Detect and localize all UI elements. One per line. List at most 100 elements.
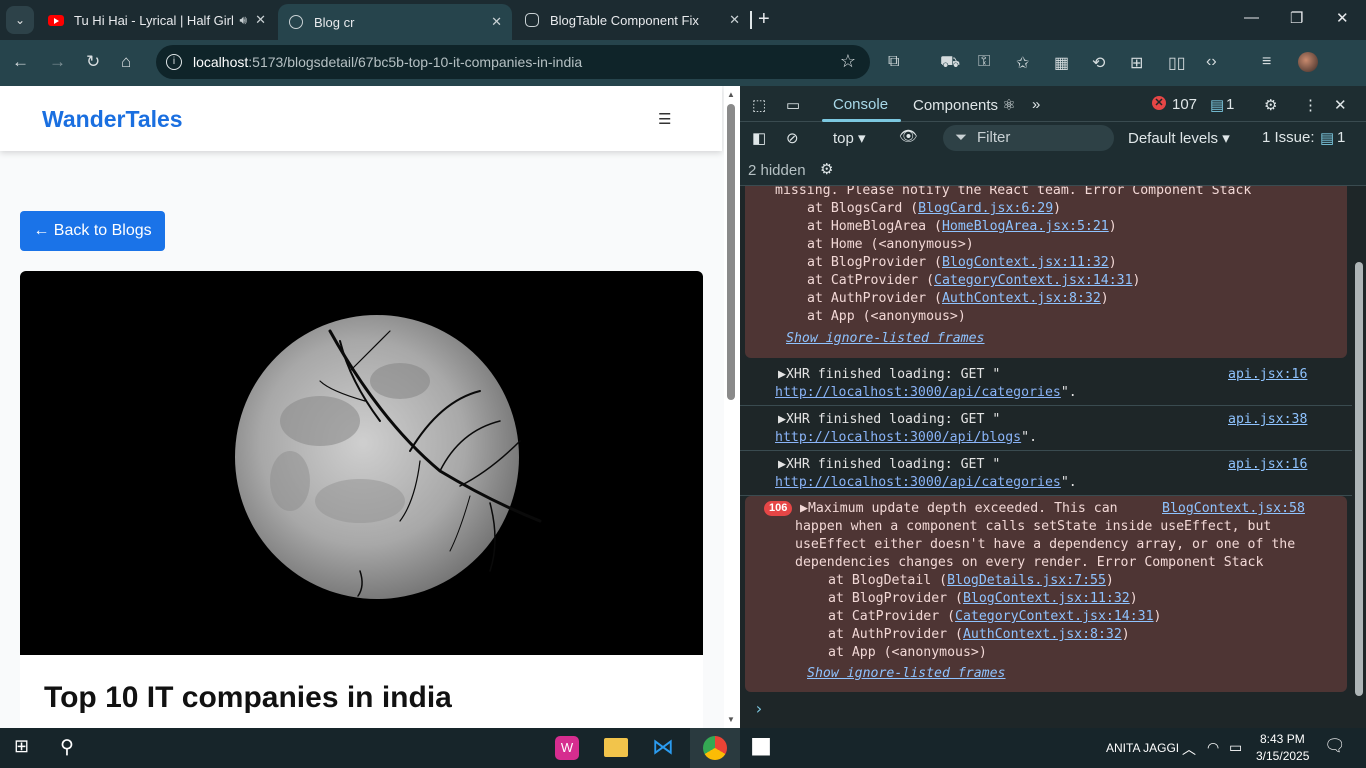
profile-avatar[interactable] (1298, 52, 1318, 72)
source-link[interactable]: AuthContext.jsx:8:32 (963, 627, 1122, 642)
console-output: missing. Please notify the React team. E… (740, 186, 1352, 728)
more-options-icon[interactable]: ⋮ (1303, 96, 1318, 114)
log-levels-dropdown[interactable]: Default levels ▾ (1128, 129, 1230, 147)
history-icon[interactable]: ⟲ (1092, 53, 1105, 73)
scroll-up-icon[interactable]: ▲ (727, 90, 735, 99)
chevron-up-icon[interactable]: ︿ (1182, 739, 1196, 759)
browser-toolbar: ← → ↻ ⌂ i localhost:5173/blogsdetail/67b… (0, 40, 1366, 86)
close-icon[interactable]: ✕ (255, 12, 266, 28)
file-explorer-icon[interactable] (604, 738, 628, 757)
extensions-icon[interactable]: ⧉ (888, 53, 899, 71)
collections-icon[interactable]: ▦ (1054, 53, 1069, 73)
request-url-link[interactable]: http://localhost:3000/api/categories (775, 475, 1061, 490)
tab-search-button[interactable]: ⌄ (6, 6, 34, 34)
more-tabs-icon[interactable]: » (1032, 96, 1040, 113)
site-info-icon[interactable]: i (166, 54, 182, 70)
media-icon[interactable]: ≡ (1262, 53, 1271, 71)
message-count[interactable]: 1 (1226, 96, 1234, 113)
source-link[interactable]: BlogDetails.jsx:7:55 (947, 573, 1106, 588)
console-settings-icon[interactable]: ⚙ (820, 160, 833, 178)
hamburger-menu-icon[interactable]: ☰ (658, 110, 671, 128)
tab-blog[interactable]: Blog cr ✕ (278, 4, 512, 40)
key-icon[interactable]: ⚿ (978, 53, 990, 71)
inspect-element-icon[interactable]: ⬚ (752, 96, 766, 114)
source-link[interactable]: BlogContext.jsx:11:32 (942, 255, 1109, 270)
clear-console-icon[interactable]: ⊘ (786, 129, 799, 147)
address-bar[interactable]: i localhost:5173/blogsdetail/67bc5b-top-… (156, 45, 870, 79)
device-toolbar-icon[interactable]: ▭ (786, 96, 800, 114)
source-link[interactable]: BlogContext.jsx:58 (1162, 501, 1305, 516)
source-link[interactable]: CategoryContext.jsx:14:31 (955, 609, 1154, 624)
close-icon[interactable]: ✕ (729, 12, 740, 28)
tab-console[interactable]: Console (833, 96, 888, 113)
scroll-down-icon[interactable]: ▼ (727, 715, 735, 724)
tab-youtube[interactable]: Tu Hi Hai - Lyrical | Half Girl 🔊︎ ✕ (38, 4, 276, 36)
xhr-message[interactable]: ▶XHR finished loading: GET " api.jsx:16 ht… (740, 452, 1352, 496)
home-icon[interactable]: ⌂ (121, 52, 131, 72)
settings-icon[interactable]: ⚙ (1264, 96, 1277, 114)
scrollbar-thumb[interactable] (727, 104, 735, 400)
close-devtools-icon[interactable]: ✕ (1334, 96, 1347, 114)
issues-label[interactable]: 1 Issue: (1262, 129, 1315, 146)
show-ignored-frames-link[interactable]: Show ignore-listed frames (786, 331, 985, 346)
source-link[interactable]: api.jsx:38 (1228, 412, 1307, 427)
error-text[interactable]: ▶Maximum update depth exceeded. This can (800, 501, 1118, 516)
tab-components[interactable]: Components ⚛ (913, 96, 1016, 114)
back-to-blogs-button[interactable]: ← Back to Blogs (20, 211, 165, 251)
vscode-icon[interactable]: ⋈ (652, 734, 674, 760)
reading-mode-icon[interactable]: ▯▯ (1168, 53, 1186, 73)
source-link[interactable]: HomeBlogArea.jsx:5:21 (942, 219, 1109, 234)
source-link[interactable]: CategoryContext.jsx:14:31 (934, 273, 1133, 288)
windows-start-icon[interactable]: ⊞ (14, 736, 29, 757)
message-icon: ▤ (1210, 97, 1225, 114)
reload-icon[interactable]: ↻ (86, 52, 100, 72)
favorites-icon[interactable]: ✩ (1016, 53, 1029, 73)
source-link[interactable]: AuthContext.jsx:8:32 (942, 291, 1101, 306)
clock-time[interactable]: 8:43 PM (1260, 732, 1305, 746)
context-selector[interactable]: top ▾ (833, 129, 866, 147)
source-link[interactable]: api.jsx:16 (1228, 457, 1307, 472)
app-cube-icon[interactable]: ⬛︎ (752, 736, 770, 757)
search-icon[interactable]: ⚲ (60, 736, 74, 759)
translate-icon[interactable]: ⊞ (1130, 53, 1143, 73)
request-url-link[interactable]: http://localhost:3000/api/categories (775, 385, 1061, 400)
stack-frame: at HomeBlogArea (HomeBlogArea.jsx:5:21) (807, 219, 1117, 234)
back-arrow-icon[interactable]: ← (12, 52, 29, 72)
new-tab-button[interactable]: + (758, 8, 770, 30)
restore-button[interactable]: ❐ (1290, 9, 1303, 27)
tab-chatgpt[interactable]: BlogTable Component Fix ✕ (514, 4, 750, 36)
bookmark-star-icon[interactable]: ☆ (840, 51, 856, 72)
close-window-button[interactable]: ✕ (1336, 9, 1349, 27)
battery-icon[interactable]: ▭ (1229, 739, 1242, 756)
error-count[interactable]: 107 (1172, 96, 1197, 113)
car-extension-icon[interactable]: ⛟ (940, 53, 960, 73)
post-title: Top 10 IT companies in india (44, 681, 452, 714)
sidebar-toggle-icon[interactable]: ◧ (752, 129, 766, 147)
page-scrollbar[interactable]: ▲ ▼ (724, 86, 740, 728)
source-link[interactable]: api.jsx:16 (1228, 367, 1307, 382)
show-ignored-frames-link[interactable]: Show ignore-listed frames (807, 666, 1006, 681)
xhr-message[interactable]: ▶XHR finished loading: GET " api.jsx:16 ht… (740, 362, 1352, 406)
console-scrollbar[interactable] (1352, 186, 1366, 728)
speaker-icon[interactable]: 🔊︎ (240, 13, 248, 28)
site-brand[interactable]: WanderTales (42, 106, 183, 133)
source-link[interactable]: BlogContext.jsx:11:32 (963, 591, 1130, 606)
xhr-message[interactable]: ▶XHR finished loading: GET " api.jsx:38 ht… (740, 407, 1352, 451)
close-icon[interactable]: ✕ (491, 14, 502, 30)
chevron-down-icon: ⌄ (14, 13, 26, 27)
tab-separator (750, 11, 752, 29)
notifications-icon[interactable]: 🗨︎ (1324, 736, 1346, 756)
console-prompt[interactable]: › (754, 699, 764, 718)
code-icon[interactable]: ‹› (1206, 53, 1217, 71)
scrollbar-thumb[interactable] (1355, 262, 1363, 696)
chrome-taskbar-item[interactable] (690, 728, 740, 768)
forward-arrow-icon[interactable]: → (49, 52, 66, 72)
live-expression-eye-icon[interactable]: 👁︎ (899, 127, 918, 145)
filter-input[interactable]: ⏷ Filter (943, 125, 1114, 151)
clock-date[interactable]: 3/15/2025 (1256, 749, 1309, 763)
wampserver-icon[interactable]: W (555, 736, 579, 760)
request-url-link[interactable]: http://localhost:3000/api/blogs (775, 430, 1021, 445)
wifi-icon[interactable]: ◠ (1207, 739, 1219, 756)
minimize-button[interactable]: — (1244, 9, 1259, 26)
source-link[interactable]: BlogCard.jsx:6:29 (918, 201, 1053, 216)
